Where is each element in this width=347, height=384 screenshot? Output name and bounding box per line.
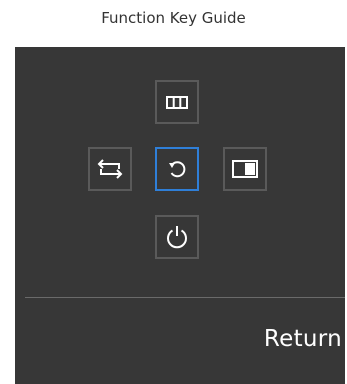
pip-icon [232, 160, 258, 178]
picture-mode-button[interactable] [155, 80, 199, 124]
return-icon [169, 161, 186, 178]
source-icon [97, 159, 123, 179]
selected-action-label: Return [263, 326, 342, 352]
power-button[interactable] [155, 215, 199, 259]
power-icon [167, 226, 187, 249]
pip-button[interactable] [223, 147, 267, 191]
divider [25, 297, 345, 298]
return-button[interactable] [155, 147, 199, 191]
function-key-panel: Return [15, 47, 345, 384]
source-button[interactable] [88, 147, 132, 191]
page-title: Function Key Guide [101, 9, 246, 27]
picture-mode-icon [166, 96, 188, 109]
